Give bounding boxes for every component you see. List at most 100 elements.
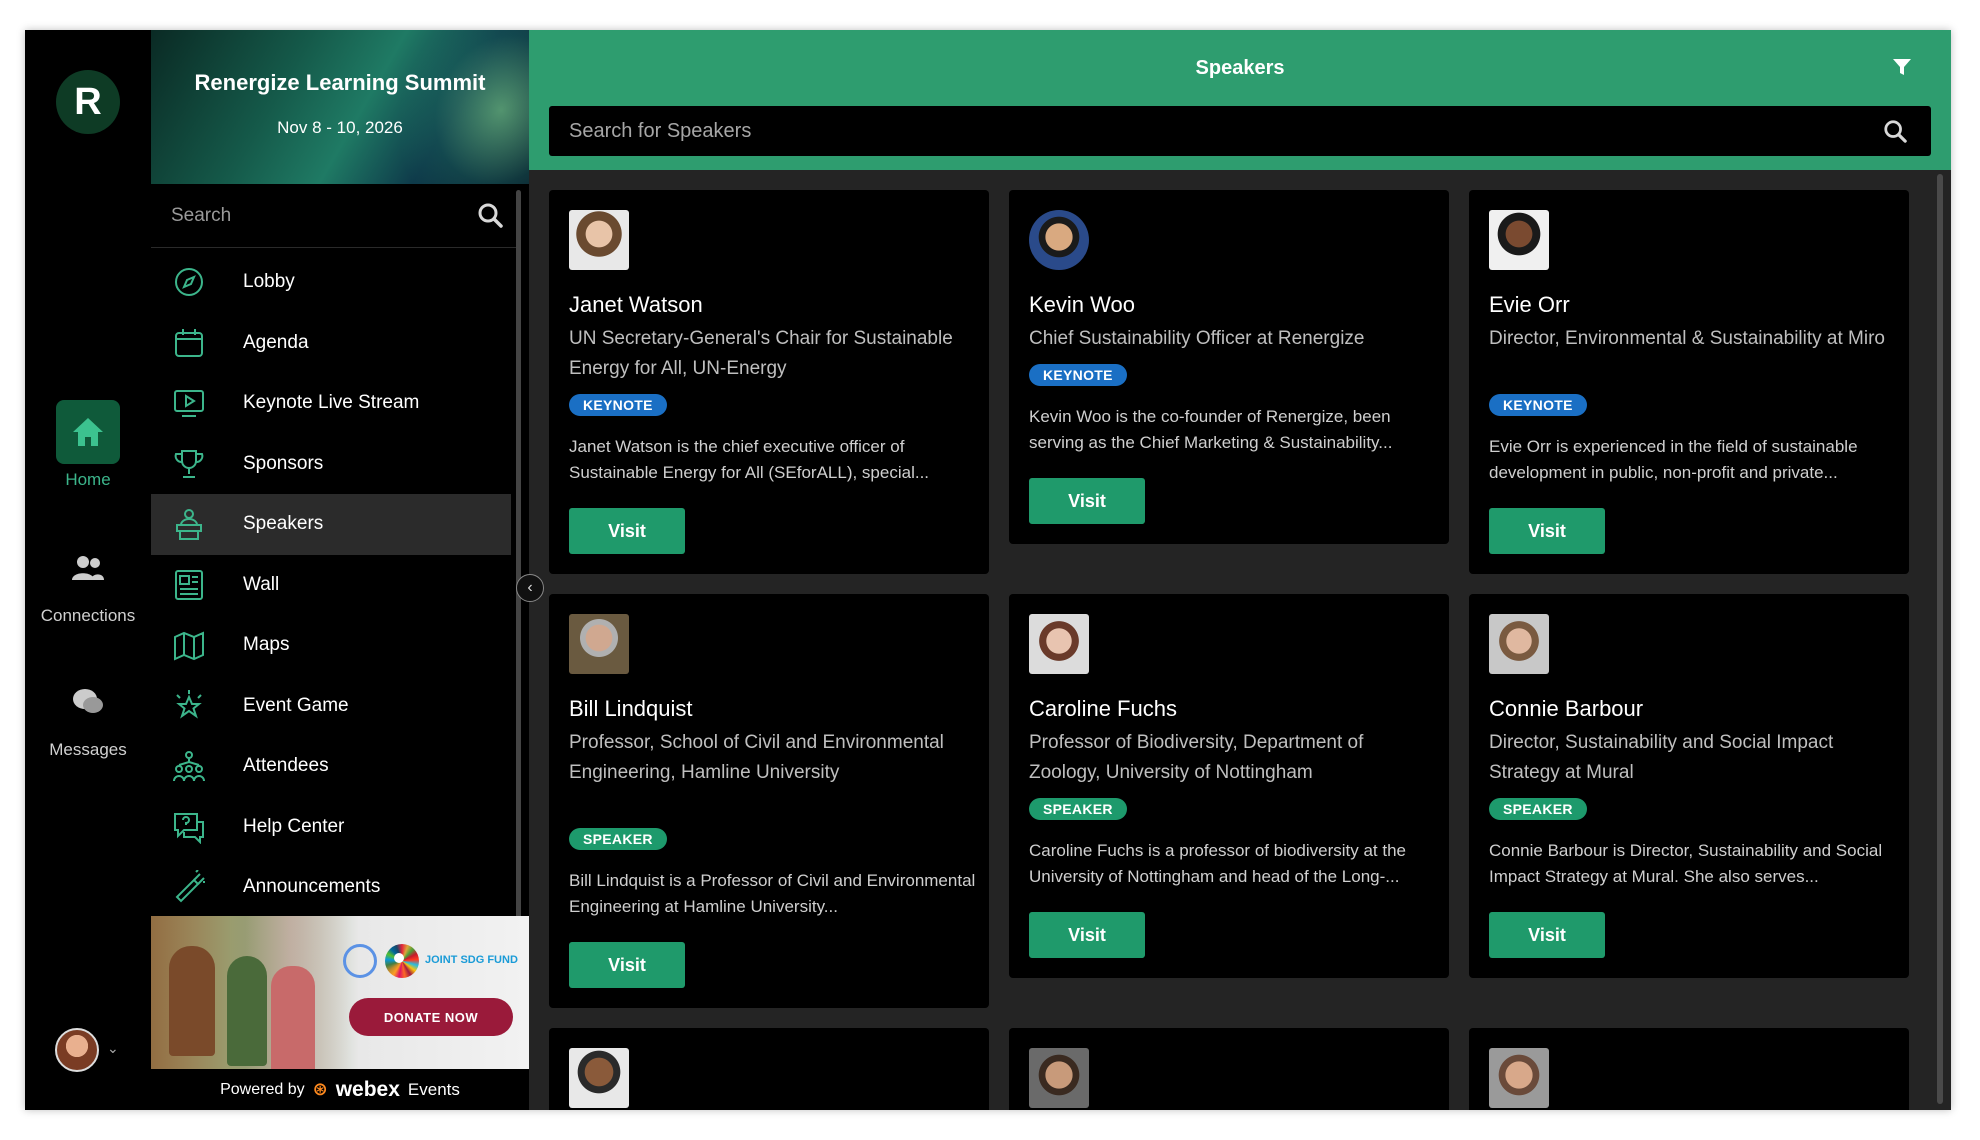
sidebar-item-help-center[interactable]: Help Center xyxy=(151,797,511,858)
speaker-search-input[interactable]: Search for Speakers xyxy=(569,120,751,143)
speaker-card xyxy=(1009,1028,1449,1110)
visit-label: Visit xyxy=(1528,924,1566,945)
visit-button[interactable]: Visit xyxy=(569,508,685,554)
visit-button[interactable]: Visit xyxy=(1029,478,1145,524)
speaker-name[interactable]: Kevin Woo xyxy=(1029,292,1135,318)
speaker-card: Janet Watson UN Secretary-General's Chai… xyxy=(549,190,989,574)
sidebar-search[interactable]: Search xyxy=(151,184,521,248)
left-rail: R Home Connections Messages ⌄ xyxy=(25,30,151,1110)
calendar-icon xyxy=(171,325,207,361)
sidebar-item-label: Attendees xyxy=(243,755,329,777)
sidebar-nav: Lobby Agenda Keynote Live Stream Sponsor… xyxy=(151,252,511,918)
rail-item-messages[interactable]: Messages xyxy=(25,670,151,760)
speaker-badge: SPEAKER xyxy=(1029,798,1127,820)
speaker-search[interactable]: Search for Speakers xyxy=(549,106,1931,156)
logo-icon: R xyxy=(74,80,102,123)
newspaper-icon xyxy=(171,567,207,603)
speaker-photo xyxy=(569,614,629,674)
sidebar-scrollbar[interactable] xyxy=(516,190,521,920)
chevron-down-icon[interactable]: ⌄ xyxy=(107,1040,119,1057)
page-header: Speakers Search for Speakers xyxy=(529,30,1951,170)
sidebar-item-wall[interactable]: Wall xyxy=(151,555,511,616)
speaker-card: Evie Orr Director, Environmental & Susta… xyxy=(1469,190,1909,574)
speaker-photo xyxy=(569,1048,629,1108)
search-icon[interactable] xyxy=(1883,119,1907,148)
speaker-role: UN Secretary-General's Chair for Sustain… xyxy=(569,328,953,379)
speaker-bio: Bill Lindquist is a Professor of Civil a… xyxy=(569,871,976,916)
sidebar: Renergize Learning Summit Nov 8 - 10, 20… xyxy=(151,30,529,1110)
speaker-badge: SPEAKER xyxy=(569,828,667,850)
sidebar-item-event-game[interactable]: Event Game xyxy=(151,676,511,737)
sidebar-item-agenda[interactable]: Agenda xyxy=(151,313,511,374)
speaker-card: Connie Barbour Director, Sustainability … xyxy=(1469,594,1909,978)
sidebar-search-input[interactable]: Search xyxy=(171,205,231,227)
keynote-badge: KEYNOTE xyxy=(1029,364,1127,386)
event-banner: Renergize Learning Summit Nov 8 - 10, 20… xyxy=(151,30,529,184)
page-title: Speakers xyxy=(1195,57,1285,79)
speaker-photo xyxy=(1029,210,1089,270)
speaker-name[interactable]: Bill Lindquist xyxy=(569,696,693,722)
rail-item-home[interactable]: Home xyxy=(25,400,151,490)
speaker-bio: Evie Orr is experienced in the field of … xyxy=(1489,437,1858,482)
help-chat-icon xyxy=(171,809,207,845)
visit-button[interactable]: Visit xyxy=(1489,508,1605,554)
visit-button[interactable]: Visit xyxy=(1029,912,1145,958)
event-title: Renergize Learning Summit xyxy=(194,70,486,95)
visit-button[interactable]: Visit xyxy=(1489,912,1605,958)
sidebar-item-label: Wall xyxy=(243,573,280,595)
sidebar-item-maps[interactable]: Maps xyxy=(151,615,511,676)
user-avatar[interactable] xyxy=(55,1028,99,1072)
sidebar-item-announcements[interactable]: Announcements xyxy=(151,857,511,918)
keynote-badge: KEYNOTE xyxy=(1489,394,1587,416)
donate-label: DONATE NOW xyxy=(383,1009,479,1025)
sidebar-item-keynote-live-stream[interactable]: Keynote Live Stream xyxy=(151,373,511,434)
speaker-photo xyxy=(1029,614,1089,674)
visit-label: Visit xyxy=(608,520,646,541)
megaphone-icon xyxy=(171,869,207,905)
livestream-icon xyxy=(171,385,207,421)
speaker-name[interactable]: Janet Watson xyxy=(569,292,703,318)
sidebar-item-lobby[interactable]: Lobby xyxy=(151,252,511,313)
rail-label-home: Home xyxy=(65,470,111,489)
keynote-badge: KEYNOTE xyxy=(569,394,667,416)
sidebar-item-label: Announcements xyxy=(243,876,381,898)
sidebar-item-speakers[interactable]: Speakers xyxy=(151,494,511,555)
speaker-photo xyxy=(1029,1048,1089,1108)
speaker-card: Caroline Fuchs Professor of Biodiversity… xyxy=(1009,594,1449,978)
speaker-name[interactable]: Connie Barbour xyxy=(1489,696,1643,722)
sidebar-item-label: Keynote Live Stream xyxy=(243,392,420,414)
donate-button[interactable]: DONATE NOW xyxy=(349,998,513,1036)
search-icon[interactable] xyxy=(477,202,503,233)
map-icon xyxy=(171,627,207,663)
powered-prefix: Powered by xyxy=(220,1080,305,1098)
speaker-role: Director, Sustainability and Social Impa… xyxy=(1489,732,1834,783)
un-logo-icon xyxy=(343,944,377,978)
sidebar-item-label: Agenda xyxy=(243,331,309,353)
speaker-name[interactable]: Caroline Fuchs xyxy=(1029,696,1177,722)
people-icon xyxy=(56,536,120,600)
speaker-bio: Connie Barbour is Director, Sustainabili… xyxy=(1489,841,1883,886)
speaker-photo xyxy=(569,210,629,270)
sidebar-item-sponsors[interactable]: Sponsors xyxy=(151,434,511,495)
collapse-sidebar-button[interactable]: ‹ xyxy=(516,574,544,602)
sidebar-item-label: Maps xyxy=(243,634,290,656)
speaker-photo xyxy=(1489,1048,1549,1108)
sidebar-item-label: Help Center xyxy=(243,815,345,837)
speaker-name[interactable]: Evie Orr xyxy=(1489,292,1570,318)
speaker-role: Professor of Biodiversity, Department of… xyxy=(1029,732,1364,783)
sponsor-ad-banner[interactable]: JOINT SDG FUND DONATE NOW xyxy=(151,916,529,1069)
app-logo[interactable]: R xyxy=(56,70,120,134)
main-scrollbar[interactable] xyxy=(1937,174,1943,1104)
rail-label-connections: Connections xyxy=(40,606,136,625)
powered-by-footer: Powered by ⊛ webex Events xyxy=(151,1069,529,1110)
speakers-panel: Speakers Search for Speakers Janet Watso… xyxy=(529,30,1951,1110)
star-icon xyxy=(171,688,207,724)
rail-item-connections[interactable]: Connections xyxy=(25,536,151,626)
visit-button[interactable]: Visit xyxy=(569,942,685,988)
speaker-photo xyxy=(1489,210,1549,270)
filter-icon[interactable] xyxy=(1891,56,1913,83)
event-dates: Nov 8 - 10, 2026 xyxy=(277,118,403,137)
app-window: R Home Connections Messages ⌄ Renergize … xyxy=(25,30,1951,1110)
brand-suffix: Events xyxy=(407,1079,460,1099)
sidebar-item-attendees[interactable]: Attendees xyxy=(151,736,511,797)
